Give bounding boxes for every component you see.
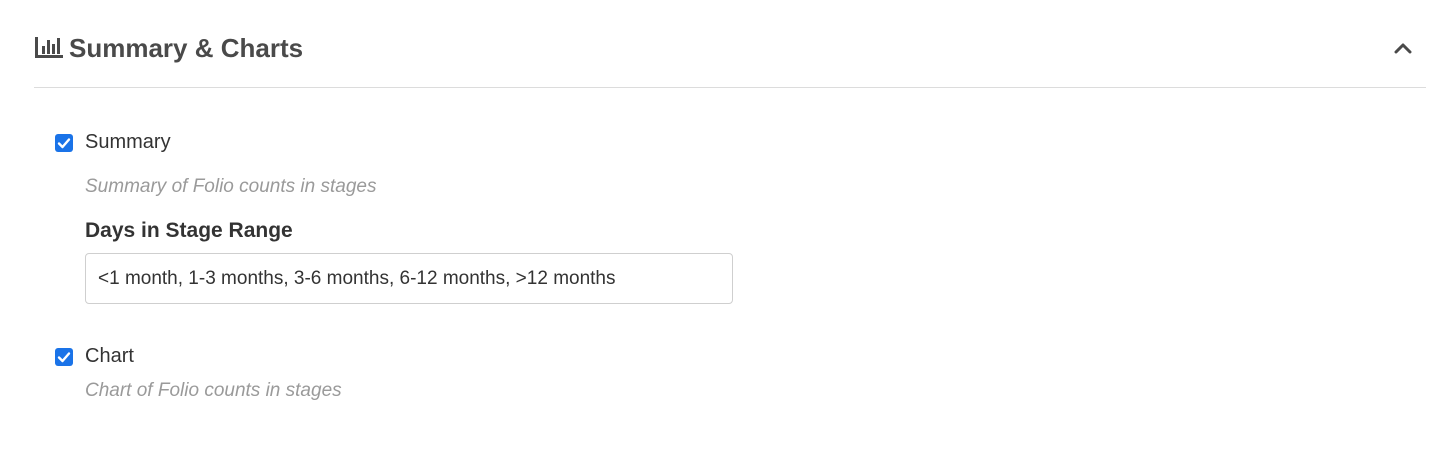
checkmark-icon (57, 352, 71, 363)
summary-label[interactable]: Summary (85, 130, 171, 154)
chevron-up-icon[interactable] (1390, 36, 1416, 60)
days-range-label: Days in Stage Range (85, 219, 293, 242)
summary-description: Summary of Folio counts in stages (85, 176, 377, 197)
bar-chart-icon (34, 36, 64, 60)
chart-label[interactable]: Chart (85, 344, 134, 368)
summary-checkbox[interactable] (55, 134, 73, 152)
days-range-input[interactable] (85, 253, 733, 304)
chart-checkbox[interactable] (55, 348, 73, 366)
checkmark-icon (57, 138, 71, 149)
chart-description: Chart of Folio counts in stages (85, 380, 342, 401)
section-title: Summary & Charts (69, 33, 304, 63)
section-header[interactable]: Summary & Charts (34, 24, 1426, 88)
